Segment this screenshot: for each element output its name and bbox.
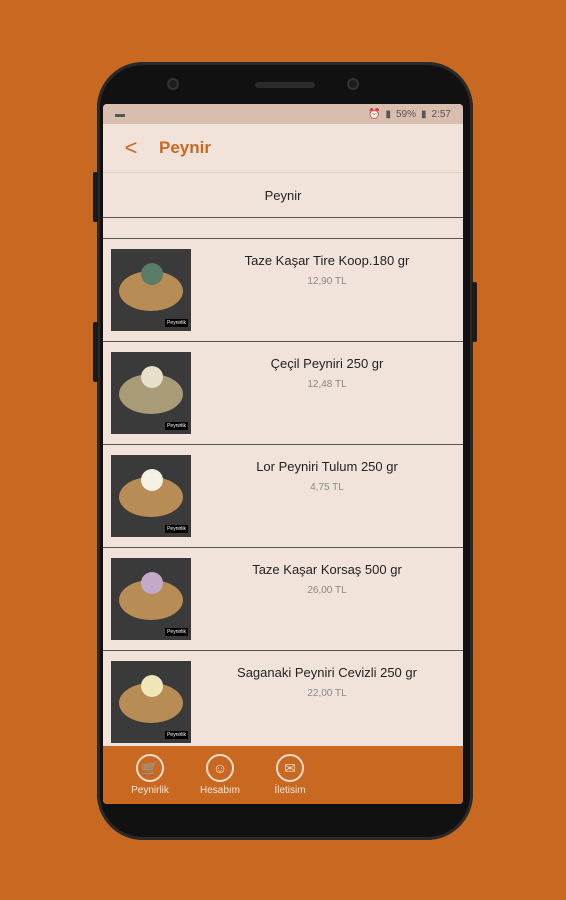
back-button[interactable]: <: [103, 135, 159, 161]
product-name: Lor Peyniri Tulum 250 gr: [256, 459, 398, 474]
speaker-grille: [255, 82, 315, 88]
product-item[interactable]: Peynirlik Taze Kaşar Tire Koop.180 gr 12…: [103, 239, 463, 342]
cart-icon: 🛒: [136, 754, 164, 782]
product-tag: Peynirlik: [165, 628, 188, 636]
nav-label: İletisim: [274, 785, 306, 796]
product-image: Peynirlik: [111, 352, 191, 434]
volume-button: [93, 172, 98, 222]
product-image: Peynirlik: [111, 661, 191, 743]
product-price: 12,90 TL: [307, 276, 347, 287]
product-item[interactable]: Peynirlik Lor Peyniri Tulum 250 gr 4,75 …: [103, 445, 463, 548]
product-tag: Peynirlik: [165, 525, 188, 533]
power-button: [472, 282, 477, 342]
divider: [103, 218, 463, 239]
product-tag: Peynirlik: [165, 422, 188, 430]
status-bar: ▬ ⏰ ▮ 59% ▮ 2:57: [103, 104, 463, 124]
phone-frame: ▬ ⏰ ▮ 59% ▮ 2:57 < Peynir Peynir Peynirl…: [93, 62, 477, 840]
bixby-button: [93, 322, 98, 382]
notification-icon: ▬: [115, 108, 125, 120]
product-item[interactable]: Peynirlik Taze Kaşar Korsaş 500 gr 26,00…: [103, 548, 463, 651]
page-title: Peynir: [159, 138, 211, 157]
category-header: Peynir: [103, 173, 463, 218]
product-price: 12,48 TL: [307, 379, 347, 390]
app-screen: ▬ ⏰ ▮ 59% ▮ 2:57 < Peynir Peynir Peynirl…: [103, 104, 463, 804]
product-item[interactable]: Peynirlik Saganaki Peyniri Cevizli 250 g…: [103, 651, 463, 754]
user-icon: ☺: [206, 754, 234, 782]
nav-label: Hesabım: [199, 785, 240, 796]
product-price: 22,00 TL: [307, 688, 347, 699]
signal-icon: ▮: [385, 108, 391, 120]
product-list: Peynirlik Taze Kaşar Tire Koop.180 gr 12…: [103, 239, 463, 754]
product-name: Taze Kaşar Korsaş 500 gr: [252, 562, 402, 577]
battery-icon: ▮: [421, 108, 427, 120]
alarm-icon: ⏰: [368, 108, 381, 120]
nav-item-iletisim[interactable]: ✉ İletisim: [255, 746, 325, 796]
product-name: Saganaki Peyniri Cevizli 250 gr: [237, 665, 417, 680]
product-image: Peynirlik: [111, 558, 191, 640]
clock: 2:57: [431, 108, 451, 120]
product-tag: Peynirlik: [165, 319, 188, 327]
sensor-icon: [167, 78, 179, 90]
front-camera-icon: [347, 78, 359, 90]
product-image: Peynirlik: [111, 249, 191, 331]
product-name: Taze Kaşar Tire Koop.180 gr: [244, 253, 410, 268]
app-bar: < Peynir: [103, 124, 463, 173]
battery-percent: 59%: [396, 108, 417, 120]
nav-label: Peynirlik: [131, 785, 169, 796]
product-item[interactable]: Peynirlik Çeçil Peyniri 250 gr 12,48 TL: [103, 342, 463, 445]
product-image: Peynirlik: [111, 455, 191, 537]
bottom-navigation: 🛒 Peynirlik ☺ Hesabım ✉ İletisim: [103, 746, 463, 804]
product-tag: Peynirlik: [165, 731, 188, 739]
mail-icon: ✉: [276, 754, 304, 782]
nav-item-peynirlik[interactable]: 🛒 Peynirlik: [115, 746, 185, 796]
nav-item-hesabim[interactable]: ☺ Hesabım: [185, 746, 255, 796]
product-price: 26,00 TL: [307, 585, 347, 596]
product-name: Çeçil Peyniri 250 gr: [270, 356, 384, 371]
product-price: 4,75 TL: [310, 482, 344, 493]
